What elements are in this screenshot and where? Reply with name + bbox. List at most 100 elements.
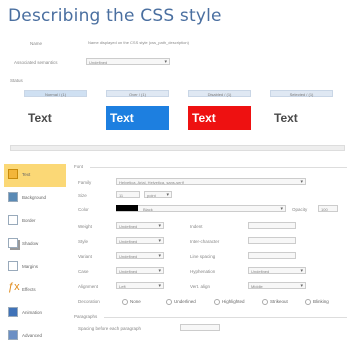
chevron-down-icon: ▾ <box>158 223 161 229</box>
sidebar-item-advanced[interactable]: Advanced <box>4 325 66 348</box>
weight-value: Undefined <box>119 224 138 229</box>
tab-disabled[interactable]: Disabled / (1) <box>188 90 251 97</box>
inter-character-label: Inter-character <box>190 239 220 244</box>
radio-icon <box>214 299 220 305</box>
vert-align-select[interactable]: Middle ▾ <box>248 282 306 289</box>
line-spacing-label: Line spacing <box>190 254 216 259</box>
case-value: Undefined <box>119 269 138 274</box>
size-unit-select[interactable]: point ▾ <box>144 191 172 198</box>
radio-icon <box>122 299 128 305</box>
hyphenation-value: Undefined <box>251 269 270 274</box>
case-select[interactable]: Undefined ▾ <box>116 267 164 274</box>
color-value: Black <box>143 207 153 212</box>
chevron-down-icon: ▾ <box>158 253 161 259</box>
vert-align-label: Vert. align <box>190 284 211 289</box>
name-label: Name <box>30 41 43 46</box>
tab-selected[interactable]: Selected / (1) <box>270 90 333 97</box>
paragraphs-divider <box>104 317 347 318</box>
paragraphs-legend: Paragraphs <box>74 314 98 319</box>
advanced-icon <box>8 330 18 340</box>
sidebar-item-background[interactable]: Background <box>4 187 66 210</box>
status-panel: Normal / (1) Over / (1) Disabled / (1) S… <box>10 82 352 142</box>
sidebar-item-label: Animation <box>22 310 43 315</box>
decoration-none[interactable]: None <box>122 299 141 305</box>
sidebar-item-effects[interactable]: ƒx Effects <box>4 279 66 302</box>
sidebar-item-border[interactable]: Border <box>4 210 66 233</box>
case-label: Case <box>78 269 89 274</box>
line-spacing-input[interactable] <box>248 252 296 259</box>
alignment-select[interactable]: Left ▾ <box>116 282 164 289</box>
associated-semantics-value: Undefined <box>89 60 108 65</box>
associated-semantics-select[interactable]: Undefined ▾ <box>86 58 170 65</box>
margins-icon <box>8 261 18 271</box>
sidebar-item-text[interactable]: Text <box>4 164 66 187</box>
sidebar-item-shadow[interactable]: Shadow <box>4 233 66 256</box>
decoration-label: Decoration <box>78 299 100 304</box>
sidebar-item-label: Border <box>22 218 36 223</box>
decoration-strikeout[interactable]: Strikeout <box>262 299 288 305</box>
decoration-underlined[interactable]: Underlined <box>166 299 196 305</box>
radio-icon <box>166 299 172 305</box>
decoration-option-label: Underlined <box>174 299 196 305</box>
color-picker[interactable]: Black ▾ <box>116 205 286 212</box>
horizontal-scrollbar[interactable] <box>10 145 345 151</box>
chevron-down-icon: ▾ <box>158 238 161 244</box>
chevron-down-icon: ▾ <box>164 59 167 65</box>
size-input[interactable]: 11 <box>116 191 140 198</box>
tab-over[interactable]: Over / (1) <box>106 90 169 97</box>
style-label: Style <box>78 239 89 244</box>
font-divider <box>90 167 347 168</box>
variant-label: Variant <box>78 254 92 259</box>
sidebar-item-animation[interactable]: Animation <box>4 302 66 325</box>
shadow-icon <box>8 238 18 248</box>
sidebar-item-label: Margins <box>22 264 39 269</box>
color-label: Color <box>78 207 89 212</box>
decoration-blinking[interactable]: Blinking <box>305 299 329 305</box>
preview-disabled[interactable]: Text <box>188 106 251 130</box>
effects-icon: ƒx <box>8 281 20 293</box>
inter-character-input[interactable] <box>248 237 296 244</box>
style-select[interactable]: Undefined ▾ <box>116 237 164 244</box>
name-field[interactable]: Name displayed on the CSS style (css_pat… <box>86 39 266 46</box>
sidebar-item-label: Text <box>22 172 31 177</box>
preview-normal[interactable]: Text <box>24 106 87 130</box>
sidebar-item-label: Advanced <box>22 333 43 338</box>
spacing-before-input[interactable] <box>180 324 220 331</box>
preview-selected[interactable]: Text <box>270 106 333 130</box>
hyphenation-label: Hyphenation <box>190 269 216 274</box>
size-label: Size <box>78 193 87 198</box>
preview-over[interactable]: Text <box>106 106 169 130</box>
decoration-option-label: Strikeout <box>270 299 288 305</box>
tab-normal[interactable]: Normal / (1) <box>24 90 87 97</box>
family-select[interactable]: Helvetica, Arial, Helvetica, sans-serif … <box>116 178 306 185</box>
decoration-option-label: Highlighted <box>222 299 245 305</box>
font-section-legend: Font <box>74 164 84 169</box>
weight-select[interactable]: Undefined ▾ <box>116 222 164 229</box>
alignment-value: Left <box>119 284 126 289</box>
decoration-option-label: None <box>130 299 141 305</box>
vert-align-value: Middle <box>251 284 263 289</box>
associated-semantics-label: Associated semantics <box>14 60 58 65</box>
family-value: Helvetica, Arial, Helvetica, sans-serif <box>119 180 184 185</box>
chevron-down-icon: ▾ <box>166 192 169 198</box>
chevron-down-icon: ▾ <box>158 268 161 274</box>
opacity-input[interactable]: 100 <box>318 205 338 212</box>
size-unit-value: point <box>147 193 156 198</box>
background-icon <box>8 192 18 202</box>
decoration-highlighted[interactable]: Highlighted <box>214 299 245 305</box>
chevron-down-icon: ▾ <box>300 268 303 274</box>
variant-select[interactable]: Undefined ▾ <box>116 252 164 259</box>
family-label: Family <box>78 180 92 185</box>
animation-icon <box>8 307 18 317</box>
sidebar-item-label: Shadow <box>22 241 39 246</box>
page-title: Describing the CSS style <box>8 6 222 26</box>
chevron-down-icon: ▾ <box>300 179 303 185</box>
text-icon <box>8 169 18 179</box>
indent-input[interactable] <box>248 222 296 229</box>
variant-value: Undefined <box>119 254 138 259</box>
sidebar-item-margins[interactable]: Margins <box>4 256 66 279</box>
sidebar-item-label: Background <box>22 195 47 200</box>
hyphenation-select[interactable]: Undefined ▾ <box>248 267 306 274</box>
style-sidebar: Text Background Border Shadow Margins ƒx… <box>4 164 66 348</box>
color-swatch <box>116 205 138 211</box>
